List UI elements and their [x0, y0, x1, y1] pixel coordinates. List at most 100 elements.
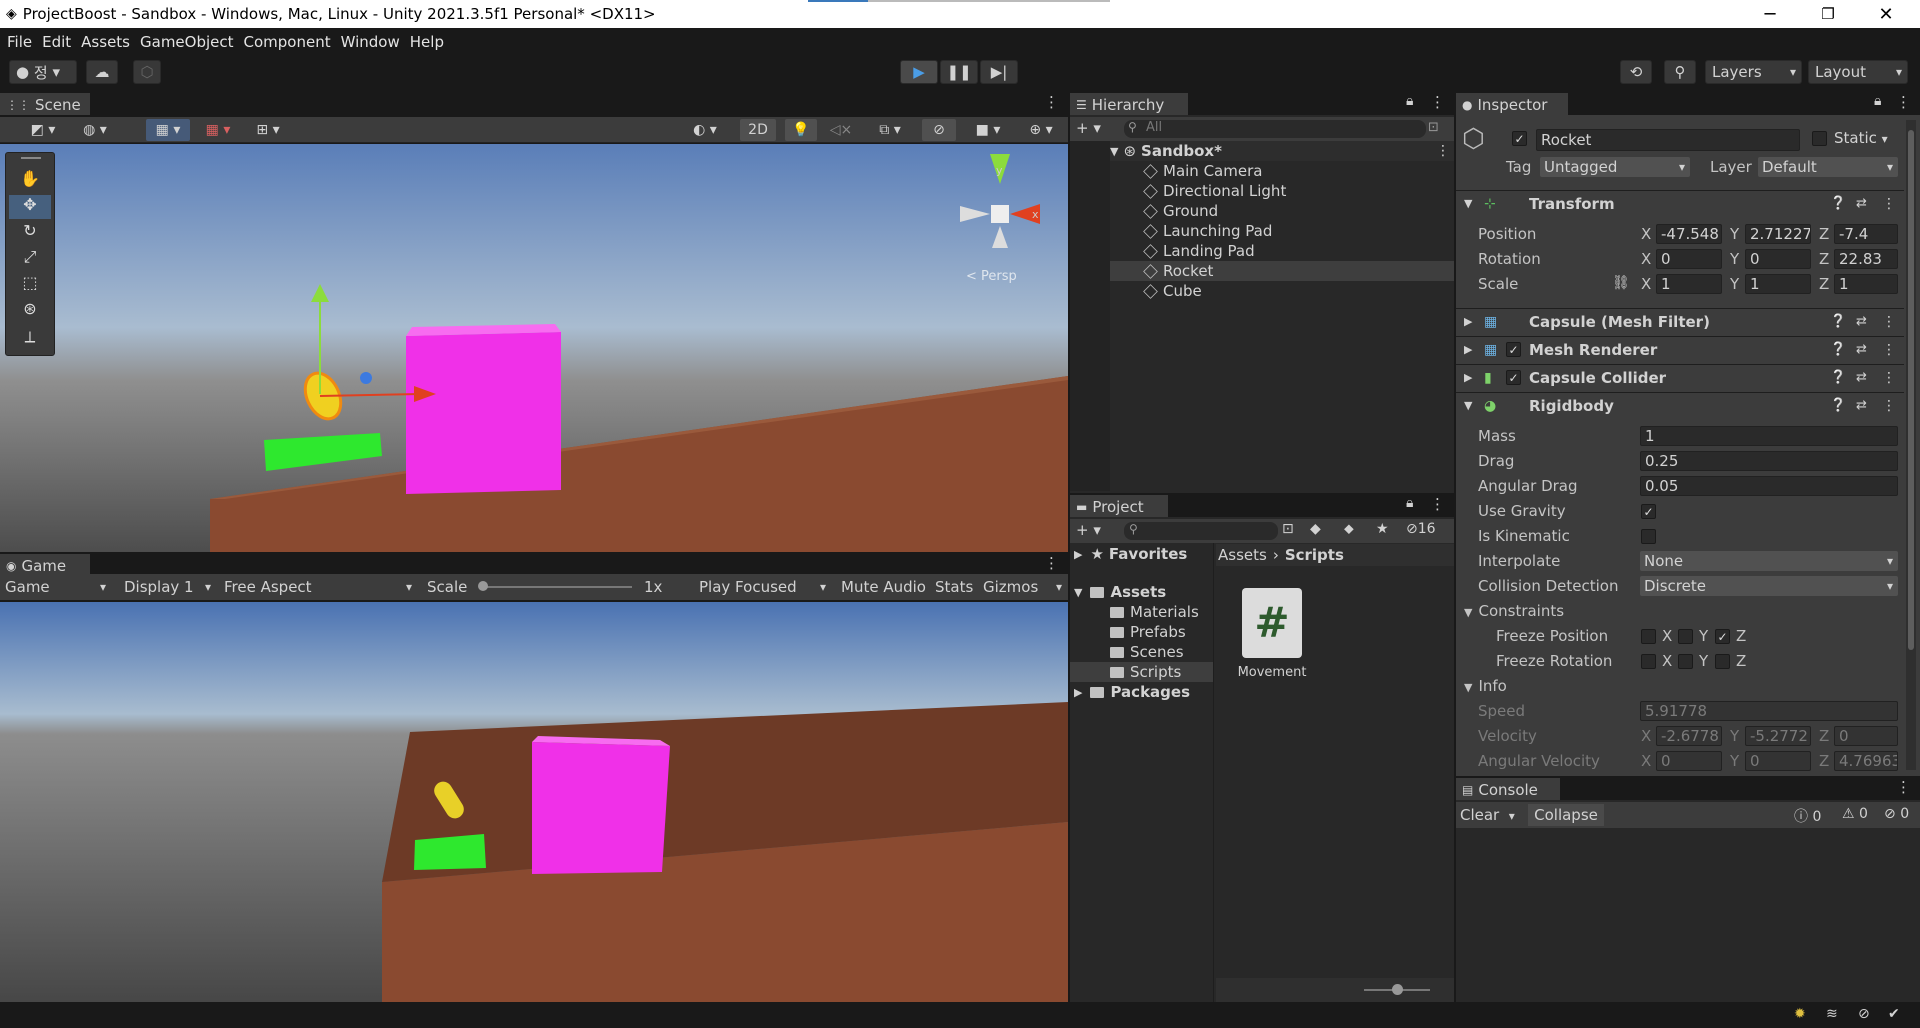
- menu-gameobject[interactable]: GameObject: [140, 33, 234, 51]
- project-search-input[interactable]: [1124, 522, 1278, 540]
- custom-tool-icon[interactable]: ⟂: [9, 327, 51, 351]
- gizmos-dropdown[interactable]: ⊕ ▾: [1018, 119, 1064, 141]
- scene-root-item[interactable]: ▼ ⊛ Sandbox* ⋮: [1110, 141, 1454, 161]
- transform-tool-icon[interactable]: ⊛: [9, 299, 51, 323]
- folder-item-selected[interactable]: Scripts: [1110, 662, 1181, 682]
- object-name-field[interactable]: Rocket: [1536, 129, 1800, 151]
- freeze-pos-y-checkbox[interactable]: [1678, 629, 1693, 644]
- position-x-field[interactable]: -47.548: [1656, 224, 1722, 244]
- inspector-scrollbar[interactable]: [1906, 120, 1916, 770]
- interpolate-dropdown[interactable]: None: [1640, 551, 1898, 571]
- menu-edit[interactable]: Edit: [42, 33, 71, 51]
- minimize-button[interactable]: ─: [1742, 0, 1798, 28]
- play-focus-dropdown[interactable]: Play Focused ▾: [694, 574, 832, 600]
- tab-inspector[interactable]: ● Inspector: [1456, 93, 1568, 115]
- static-checkbox[interactable]: [1812, 131, 1827, 146]
- inspector-menu-icon[interactable]: ⋮: [1896, 93, 1911, 111]
- folder-item[interactable]: Scenes: [1110, 642, 1184, 662]
- restore-button[interactable]: ❐: [1800, 0, 1856, 28]
- rotate-tool-icon[interactable]: ↻: [9, 221, 51, 245]
- scale-slider[interactable]: Scale 1x: [422, 574, 682, 600]
- component-menu-icon[interactable]: ⋮: [1882, 398, 1896, 414]
- freeze-rot-z-checkbox[interactable]: [1715, 654, 1730, 669]
- console-collapse-button[interactable]: Collapse: [1528, 804, 1604, 826]
- grid-settings-dropdown[interactable]: ▦ ▾: [198, 119, 238, 141]
- scene-item-menu-icon[interactable]: ⋮: [1436, 143, 1450, 159]
- freeze-rot-y-checkbox[interactable]: [1678, 654, 1693, 669]
- hierarchy-add-button[interactable]: + ▾: [1076, 119, 1101, 137]
- gizmos-toggle[interactable]: Gizmos ▾: [978, 574, 1068, 600]
- game-viewport[interactable]: [0, 602, 1068, 1002]
- rotation-x-field[interactable]: 0: [1656, 249, 1722, 269]
- component-menu-icon[interactable]: ⋮: [1882, 314, 1896, 330]
- component-menu-icon[interactable]: ⋮: [1882, 370, 1896, 386]
- 2d-toggle[interactable]: 2D: [740, 119, 776, 141]
- step-button[interactable]: ▶|: [980, 60, 1018, 84]
- hierarchy-item-selected[interactable]: Rocket: [1143, 261, 1213, 281]
- draw-mode-dropdown[interactable]: ◩ ▾: [22, 119, 64, 141]
- tab-scene[interactable]: ⋮⋮ Scene: [0, 93, 90, 115]
- hierarchy-item[interactable]: Ground: [1143, 201, 1218, 221]
- hierarchy-item[interactable]: Directional Light: [1143, 181, 1286, 201]
- mesh-renderer-header[interactable]: ▶ ▦ ✓ Mesh Renderer ❔ ⇄ ⋮: [1456, 336, 1904, 362]
- help-icon[interactable]: ❔: [1830, 196, 1846, 211]
- cloud-button[interactable]: ☁: [86, 60, 118, 84]
- rotation-z-field[interactable]: 22.83: [1834, 249, 1898, 269]
- cache-server-icon[interactable]: ≋: [1826, 1006, 1838, 1022]
- menu-file[interactable]: File: [7, 33, 32, 51]
- scene-menu-icon[interactable]: ⋮: [1044, 93, 1059, 111]
- game-view-dropdown[interactable]: Game ▾: [0, 574, 112, 600]
- packages-node[interactable]: ▶ Packages: [1074, 682, 1190, 702]
- hierarchy-item[interactable]: Launching Pad: [1143, 221, 1272, 241]
- component-menu-icon[interactable]: ⋮: [1882, 342, 1896, 358]
- project-lock-icon[interactable]: 🔒︎: [1406, 495, 1413, 511]
- is-kinematic-checkbox[interactable]: [1641, 529, 1656, 544]
- favorite-star-icon[interactable]: ★: [1376, 521, 1389, 537]
- menu-window[interactable]: Window: [341, 33, 400, 51]
- preset-icon[interactable]: ⇄: [1856, 342, 1867, 357]
- drag-field[interactable]: 0.25: [1640, 451, 1898, 471]
- use-gravity-checkbox[interactable]: ✓: [1641, 504, 1656, 519]
- rotation-y-field[interactable]: 0: [1745, 249, 1811, 269]
- console-menu-icon[interactable]: ⋮: [1896, 778, 1911, 796]
- assets-node[interactable]: ▼ Assets: [1074, 582, 1166, 602]
- scale-tool-icon[interactable]: ⤢: [9, 247, 51, 271]
- scale-slider-thumb[interactable]: [478, 581, 488, 591]
- preset-icon[interactable]: ⇄: [1856, 314, 1867, 329]
- move-tool-icon[interactable]: ✥: [9, 195, 51, 219]
- project-add-button[interactable]: + ▾: [1076, 521, 1101, 539]
- transform-header[interactable]: ▼ ⊹ Transform ❔ ⇄ ⋮: [1456, 190, 1904, 216]
- console-clear-button[interactable]: Clear ▾: [1460, 806, 1515, 824]
- folder-item[interactable]: Materials: [1110, 602, 1199, 622]
- filter-type-icon[interactable]: ◆: [1310, 521, 1321, 537]
- search-by-type-icon[interactable]: ⊡: [1282, 521, 1294, 537]
- folder-item[interactable]: Prefabs: [1110, 622, 1186, 642]
- tab-game[interactable]: ◉ Game: [0, 554, 90, 576]
- grid-snap-dropdown[interactable]: ▦ ▾: [146, 119, 190, 141]
- auto-generate-lighting-icon[interactable]: ✹: [1794, 1006, 1806, 1022]
- constraints-foldout[interactable]: ▼ Constraints: [1464, 602, 1564, 620]
- lighting-toggle[interactable]: 💡: [785, 119, 817, 141]
- effects-dropdown[interactable]: ⧉ ▾: [868, 119, 912, 141]
- progress-check-icon[interactable]: ✔: [1888, 1006, 1900, 1022]
- help-icon[interactable]: ❔: [1830, 314, 1846, 329]
- warning-filter-toggle[interactable]: ⚠ 0: [1842, 806, 1868, 822]
- pause-button[interactable]: ❚❚: [940, 60, 978, 84]
- visibility-toggle[interactable]: ⊘: [922, 119, 956, 141]
- hand-tool-icon[interactable]: ✋: [9, 169, 51, 193]
- hierarchy-menu-icon[interactable]: ⋮: [1430, 93, 1445, 111]
- inspector-scrollbar-thumb[interactable]: [1908, 130, 1914, 650]
- game-menu-icon[interactable]: ⋮: [1044, 554, 1059, 572]
- asset-file[interactable]: #: [1242, 588, 1302, 660]
- mesh-renderer-enabled-checkbox[interactable]: ✓: [1506, 342, 1521, 357]
- tab-project[interactable]: ▬ Project: [1070, 495, 1168, 517]
- account-dropdown[interactable]: ● 정 ▾: [9, 60, 77, 84]
- scale-x-field[interactable]: 1: [1656, 274, 1722, 294]
- collision-detection-dropdown[interactable]: Discrete: [1640, 576, 1898, 596]
- info-foldout[interactable]: ▼ Info: [1464, 677, 1507, 695]
- shading-dropdown[interactable]: ◐ ▾: [685, 119, 725, 141]
- hidden-packages-toggle[interactable]: ⊘16: [1406, 521, 1436, 537]
- layer-dropdown[interactable]: Default: [1758, 157, 1898, 177]
- capsule-collider-header[interactable]: ▶ ▮ ✓ Capsule Collider ❔ ⇄ ⋮: [1456, 364, 1904, 390]
- collab-button[interactable]: ⬡: [133, 60, 161, 84]
